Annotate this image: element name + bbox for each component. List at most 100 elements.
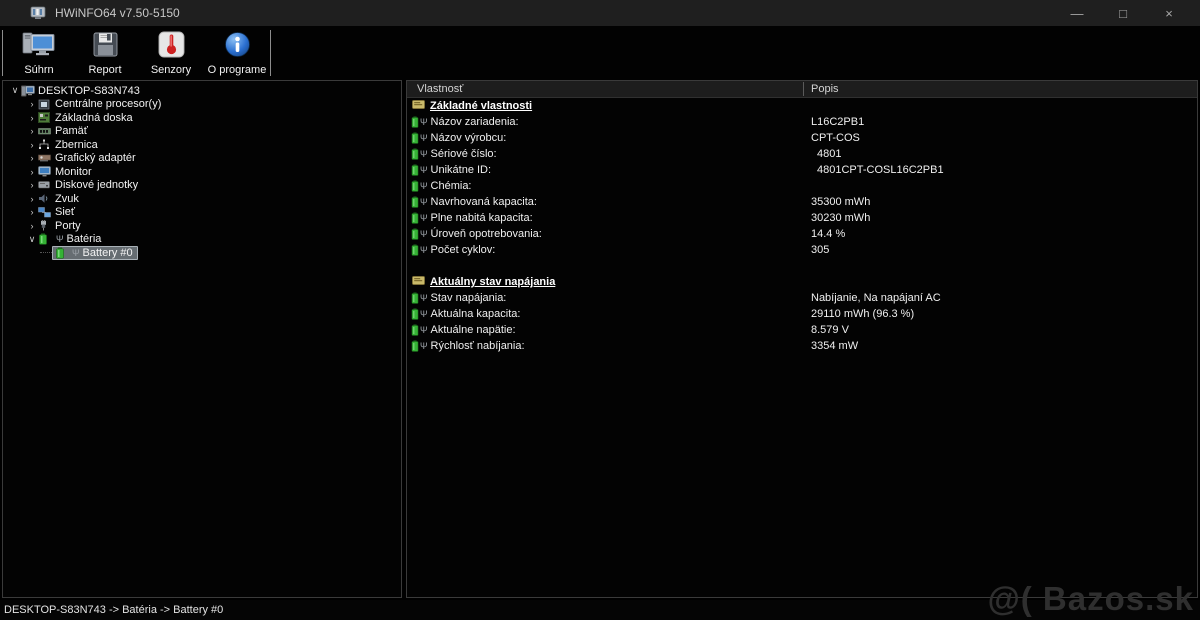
close-button[interactable]: × <box>1146 0 1192 26</box>
section-header-basic: Základné vlastnosti <box>407 98 1197 114</box>
chevron-collapsed-icon[interactable]: › <box>26 126 38 136</box>
property-label: Aktuálna kapacita: <box>431 308 521 320</box>
chevron-expanded-icon[interactable]: ∨ <box>26 234 38 245</box>
property-value: 3354 mW <box>803 340 858 352</box>
battery-property-icon <box>411 212 419 224</box>
sensors-button-label: Senzory <box>151 64 191 76</box>
property-label: Stav napájania: <box>431 292 507 304</box>
status-path: DESKTOP-S83N743 -> Batéria -> Battery #0 <box>4 604 223 616</box>
about-button[interactable]: O programe <box>204 26 270 80</box>
property-row[interactable]: Ψ Aktuálne napätie: 8.579 V <box>407 322 1197 338</box>
property-row[interactable]: Ψ Úroveň opotrebovania: 14.4 % <box>407 226 1197 242</box>
chevron-collapsed-icon[interactable]: › <box>26 167 38 177</box>
property-value: 4801CPT-COSL16C2PB1 <box>803 164 944 176</box>
tree-connector-line <box>40 252 52 253</box>
fork-icon: Ψ <box>420 117 428 127</box>
property-value: 30230 mWh <box>803 212 870 224</box>
bus-icon <box>38 139 52 151</box>
properties-panel: Vlastnosť Popis Základné vlastnosti Ψ Ná… <box>406 80 1198 598</box>
column-header-description[interactable]: Popis <box>803 83 839 95</box>
tree-item-audio[interactable]: › Zvuk <box>3 192 401 206</box>
tree-item-gpu[interactable]: › Grafický adaptér <box>3 152 401 166</box>
property-value: 35300 mWh <box>803 196 870 208</box>
tree-item-bus[interactable]: › Zbernica <box>3 138 401 152</box>
property-row[interactable]: Ψ Názov výrobcu: CPT-COS <box>407 130 1197 146</box>
fork-icon: Ψ <box>420 245 428 255</box>
tree-item-label: Sieť <box>55 206 75 218</box>
property-label: Unikátne ID: <box>431 164 492 176</box>
chevron-collapsed-icon[interactable]: › <box>26 207 38 217</box>
speaker-icon <box>38 193 52 205</box>
selected-item-highlight[interactable]: Ψ Battery #0 <box>52 246 138 260</box>
column-header-property[interactable]: Vlastnosť <box>407 83 803 95</box>
tree-item-ports[interactable]: › Porty <box>3 219 401 233</box>
property-row[interactable]: Ψ Plne nabitá kapacita: 30230 mWh <box>407 210 1197 226</box>
fork-icon: Ψ <box>420 197 428 207</box>
tree-item-network[interactable]: › Sieť <box>3 206 401 220</box>
chevron-expanded-icon[interactable]: ∨ <box>9 85 21 96</box>
fork-icon: Ψ <box>420 213 428 223</box>
about-button-label: O programe <box>208 64 267 76</box>
window-controls: — □ × <box>1054 0 1192 26</box>
tree-item-memory[interactable]: › Pamäť <box>3 125 401 139</box>
chevron-collapsed-icon[interactable]: › <box>26 194 38 204</box>
battery-property-icon <box>411 228 419 240</box>
tree-item-label: Zvuk <box>55 193 79 205</box>
property-label: Názov výrobcu: <box>431 132 507 144</box>
property-row[interactable]: Ψ Sériové číslo: 4801 <box>407 146 1197 162</box>
property-row[interactable]: Ψ Unikátne ID: 4801CPT-COSL16C2PB1 <box>407 162 1197 178</box>
battery-property-icon <box>411 324 419 336</box>
tree-item-label: Grafický adaptér <box>55 152 136 164</box>
fork-icon: Ψ <box>420 133 428 143</box>
gpu-icon <box>38 152 52 164</box>
property-row[interactable]: Ψ Navrhovaná kapacita: 35300 mWh <box>407 194 1197 210</box>
column-header-row: Vlastnosť Popis <box>407 81 1197 98</box>
property-row[interactable]: Ψ Chémia: <box>407 178 1197 194</box>
property-value: L16C2PB1 <box>803 116 864 128</box>
property-label: Plne nabitá kapacita: <box>431 212 533 224</box>
property-label: Sériové číslo: <box>431 148 497 160</box>
minimize-button[interactable]: — <box>1054 0 1100 26</box>
tree-item-label: Porty <box>55 220 81 232</box>
tree-item-drives[interactable]: › Diskové jednotky <box>3 179 401 193</box>
property-row[interactable]: Ψ Aktuálna kapacita: 29110 mWh (96.3 %) <box>407 306 1197 322</box>
tree-item-label: Battery #0 <box>83 247 133 259</box>
battery-property-icon <box>411 116 419 128</box>
tree-item-label: Pamäť <box>55 125 88 137</box>
toolbar: Súhrn Report <box>0 26 1200 80</box>
property-row[interactable]: Ψ Počet cyklov: 305 <box>407 242 1197 258</box>
tree-item-monitor[interactable]: › Monitor <box>3 165 401 179</box>
chevron-collapsed-icon[interactable]: › <box>26 153 38 163</box>
section-header-power-state: Aktuálny stav napájania <box>407 274 1197 290</box>
sensors-button[interactable]: Senzory <box>138 26 204 80</box>
property-label: Počet cyklov: <box>431 244 496 256</box>
fork-icon: Ψ <box>420 165 428 175</box>
property-row[interactable]: Ψ Názov zariadenia: L16C2PB1 <box>407 114 1197 130</box>
floppy-icon <box>92 31 119 61</box>
column-divider[interactable] <box>803 82 804 96</box>
tree-item-label: Zbernica <box>55 139 98 151</box>
chevron-collapsed-icon[interactable]: › <box>26 99 38 109</box>
fork-icon: Ψ <box>420 309 428 319</box>
tree-item-label: Monitor <box>55 166 92 178</box>
property-row[interactable]: Ψ Rýchlosť nabíjania: 3354 mW <box>407 338 1197 354</box>
property-row[interactable]: Ψ Stav napájania: Nabíjanie, Na napájaní… <box>407 290 1197 306</box>
tree-item-desktop[interactable]: ∨ DESKTOP-S83N743 <box>3 84 401 98</box>
tree-item-cpu[interactable]: › Centrálne procesor(y) <box>3 98 401 112</box>
property-value: CPT-COS <box>803 132 860 144</box>
maximize-button[interactable]: □ <box>1100 0 1146 26</box>
tree-item-motherboard[interactable]: › Základná doska <box>3 111 401 125</box>
chevron-collapsed-icon[interactable]: › <box>26 180 38 190</box>
property-label: Úroveň opotrebovania: <box>431 228 542 240</box>
summary-button[interactable]: Súhrn <box>6 26 72 80</box>
tree-item-battery[interactable]: ∨ Ψ Batéria <box>3 233 401 247</box>
chevron-collapsed-icon[interactable]: › <box>26 140 38 150</box>
battery-property-icon <box>411 180 419 192</box>
chevron-collapsed-icon[interactable]: › <box>26 221 38 231</box>
tree-item-battery-0[interactable]: Ψ Battery #0 <box>3 246 401 260</box>
report-button[interactable]: Report <box>72 26 138 80</box>
battery-property-icon <box>411 292 419 304</box>
cpu-icon <box>38 98 52 110</box>
property-value: Nabíjanie, Na napájaní AC <box>803 292 941 304</box>
chevron-collapsed-icon[interactable]: › <box>26 113 38 123</box>
